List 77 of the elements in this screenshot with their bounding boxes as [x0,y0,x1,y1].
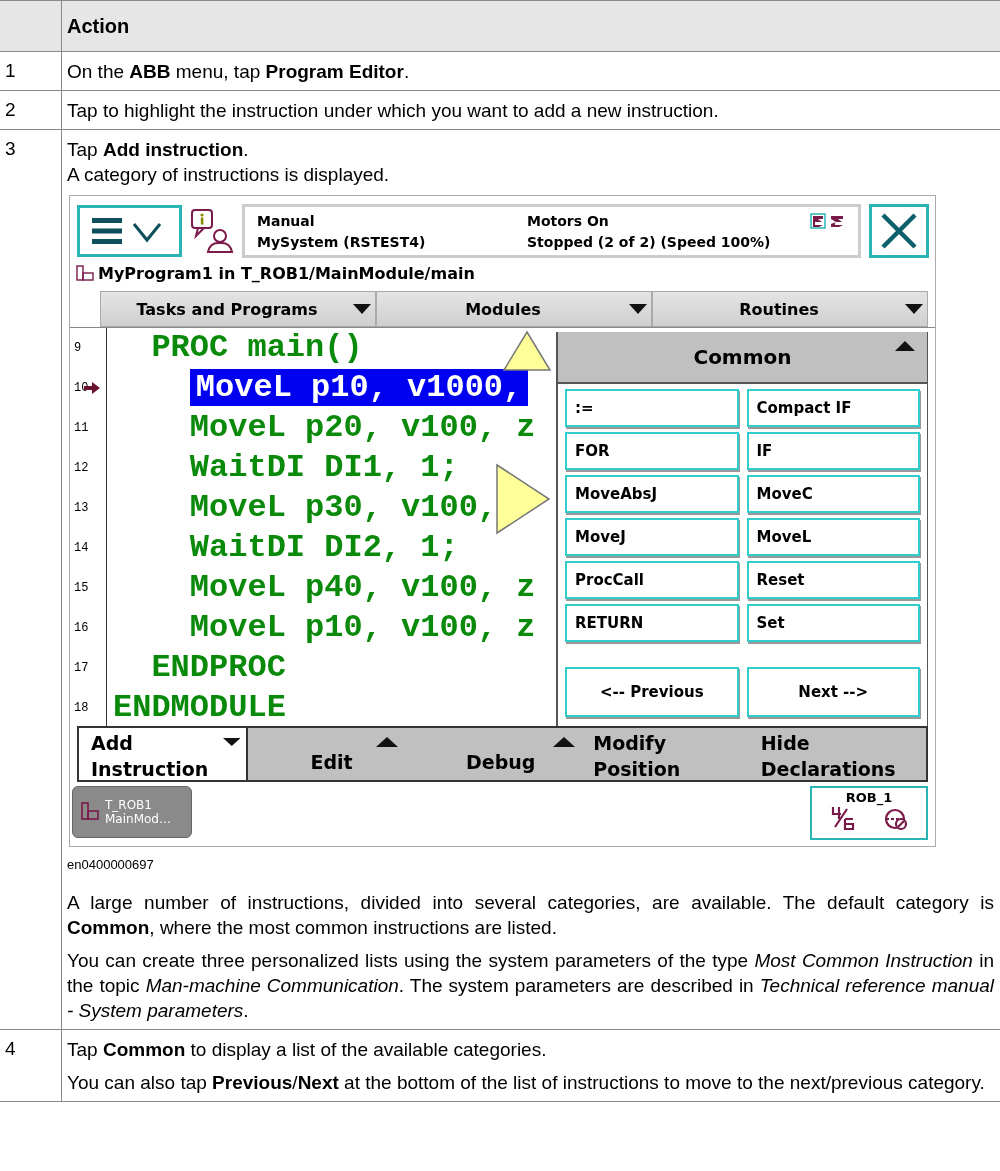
system-name: MySystem (RSTEST4) [257,233,427,250]
column-header: Action [67,14,130,37]
program-icon [76,264,94,283]
robot-status-icon [810,213,846,229]
code-line[interactable]: MoveL p10, v100, z [189,609,536,646]
step-text: You can create three personalized lists using the system parameters of the type Most Common Instruction in the topic Man-machine Communication. The system parameters are described in Technical reference manual - System parameters. [67,949,994,1023]
instruction-button[interactable]: ProcCall [565,561,739,599]
code-line[interactable]: MoveL p40, v100, z [189,569,536,606]
instruction-button[interactable]: := [565,389,739,427]
line-number: 14 [74,541,89,555]
menu-button[interactable]: Modify Position [581,728,749,780]
code-line[interactable]: ENDPROC [151,649,286,686]
line-number: 18 [74,701,89,715]
step-text: Tap Add instruction. A category of instructions is displayed. [67,138,391,187]
caret-icon [353,303,371,315]
menu-button[interactable]: Debug [404,728,582,780]
instruction-button[interactable]: MoveJ [565,518,739,556]
quickset-button[interactable]: ROB_1 [810,786,928,840]
instruction-button[interactable]: MoveL [746,518,920,556]
close-button[interactable] [869,204,929,258]
instruction-button[interactable]: RETURN [565,604,739,642]
dropdown-button[interactable]: Routines [652,291,928,327]
step-number: 2 [5,99,16,120]
program-state: Stopped (2 of 2) (Speed 100%) [527,233,772,250]
caret-icon [895,340,915,352]
instruction-button[interactable]: MoveAbsJ [565,475,739,513]
line-number: 13 [74,501,89,515]
line-number: 9 [74,341,82,355]
step-text: Tap to highlight the instruction under which you want to add a new instruction. [67,99,720,123]
event-log-icon[interactable] [190,208,234,254]
step-text: A large number of instructions, divided into several categories, are available. The default category is Common, where the most common instructions are listed. [67,891,994,940]
code-line[interactable]: ENDMODULE [113,689,286,726]
step-text: You can also tap Previous/Next at the bottom of the list of instructions to move to the next/previous category. [67,1071,986,1095]
code-line[interactable]: PROC main() [151,329,363,366]
step-number: 3 [5,138,16,159]
code-line[interactable]: WaitDI DI2, 1; [189,529,459,566]
line-number: 15 [74,581,89,595]
dropdown-button[interactable]: Modules [376,291,652,327]
line-number: 16 [74,621,89,635]
menu-button[interactable]: Edit [248,728,405,780]
close-icon [879,211,919,251]
program-path: MyProgram1 in T_ROB1/MainModule/main [98,264,475,283]
triangle-marker-icon [502,330,552,372]
line-number: 17 [74,661,89,675]
instruction-button[interactable]: FOR [565,432,739,470]
next-button[interactable]: Next --> [746,667,920,717]
instruction-button[interactable]: Compact IF [746,389,920,427]
code-line[interactable]: MoveL p20, v100, z [189,409,536,446]
dropdown-button[interactable]: Tasks and Programs [100,291,376,327]
line-number: 11 [74,421,89,435]
line-number: 12 [74,461,89,475]
instruction-button[interactable]: Set [746,604,920,642]
category-selector[interactable]: Common [558,332,927,384]
code-line[interactable]: WaitDI DI1, 1; [189,449,459,486]
triangle-marker-icon [495,463,551,535]
program-icon [81,801,99,823]
previous-button[interactable]: <-- Previous [565,667,739,717]
figure-caption: en0400000697 [67,857,155,872]
step-text: On the ABB menu, tap Program Editor. [67,60,411,84]
quickset-icon [829,805,909,831]
motor-state: Motors On [527,212,610,229]
main-menu-button[interactable] [77,205,182,257]
operating-mode: Manual [257,212,316,229]
step-text: Tap Common to display a list of the available categories. [67,1038,548,1062]
caret-icon [629,303,647,315]
instruction-button[interactable]: IF [746,432,920,470]
menu-button[interactable]: Hide Declarations [748,728,926,780]
caret-icon [905,303,923,315]
caret-icon [376,736,399,748]
instruction-button[interactable]: Reset [746,561,920,599]
caret-icon [222,736,241,748]
step-number: 1 [5,60,16,81]
code-line[interactable]: MoveL p30, v100, [189,489,498,526]
menu-button[interactable]: Add Instruction [79,728,249,780]
caret-icon [553,736,576,748]
instruction-button[interactable]: MoveC [746,475,920,513]
step-number: 4 [5,1038,16,1059]
